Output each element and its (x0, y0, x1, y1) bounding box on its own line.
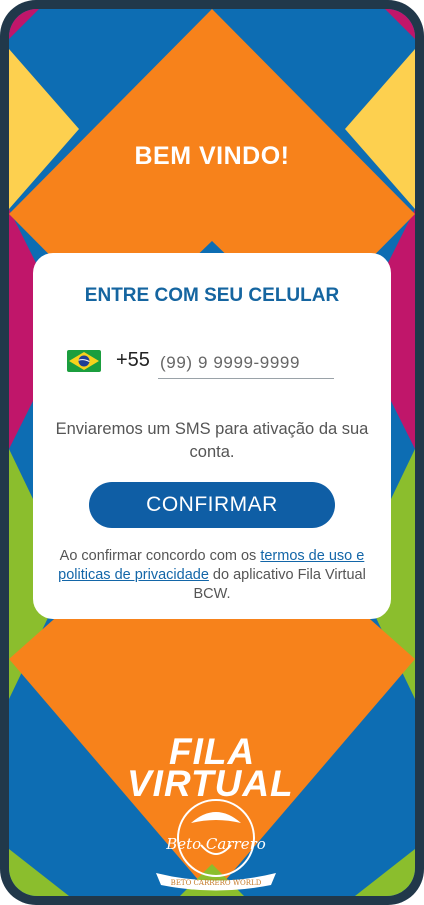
country-code[interactable]: +55 (116, 349, 150, 372)
welcome-title: BEM VINDO! (134, 142, 290, 170)
terms-prefix: Ao confirmar concordo com os (59, 548, 261, 564)
beto-carrero-emblem: Beto Carrero BETO CARRERO WORLD (156, 799, 276, 891)
emblem-signature: Beto Carrero (165, 835, 266, 853)
login-title: ENTRE COM SEU CELULAR (84, 285, 340, 306)
phone-number-input[interactable] (158, 348, 334, 379)
cowboy-hat-icon (191, 812, 241, 823)
terms-suffix: do aplicativo Fila Virtual BCW. (193, 567, 366, 602)
phone-frame: BEM VINDO! ENTRE COM SEU CELULAR +55 Env… (0, 0, 424, 905)
brazil-flag-icon (67, 350, 101, 372)
confirm-button[interactable]: CONFIRMAR (89, 482, 335, 528)
terms-text: Ao confirmar concordo com os termos de u… (53, 547, 371, 604)
emblem-ribbon-text: BETO CARRERO WORLD (171, 879, 262, 887)
app-screen: BEM VINDO! ENTRE COM SEU CELULAR +55 Env… (9, 9, 415, 896)
sms-info-text: Enviaremos um SMS para ativação da sua c… (55, 420, 369, 461)
fila-virtual-logo: FILA VIRTUAL Beto Carrero BETO CARRERO W… (119, 731, 309, 891)
login-card: ENTRE COM SEU CELULAR +55 Enviaremos um … (33, 253, 391, 619)
